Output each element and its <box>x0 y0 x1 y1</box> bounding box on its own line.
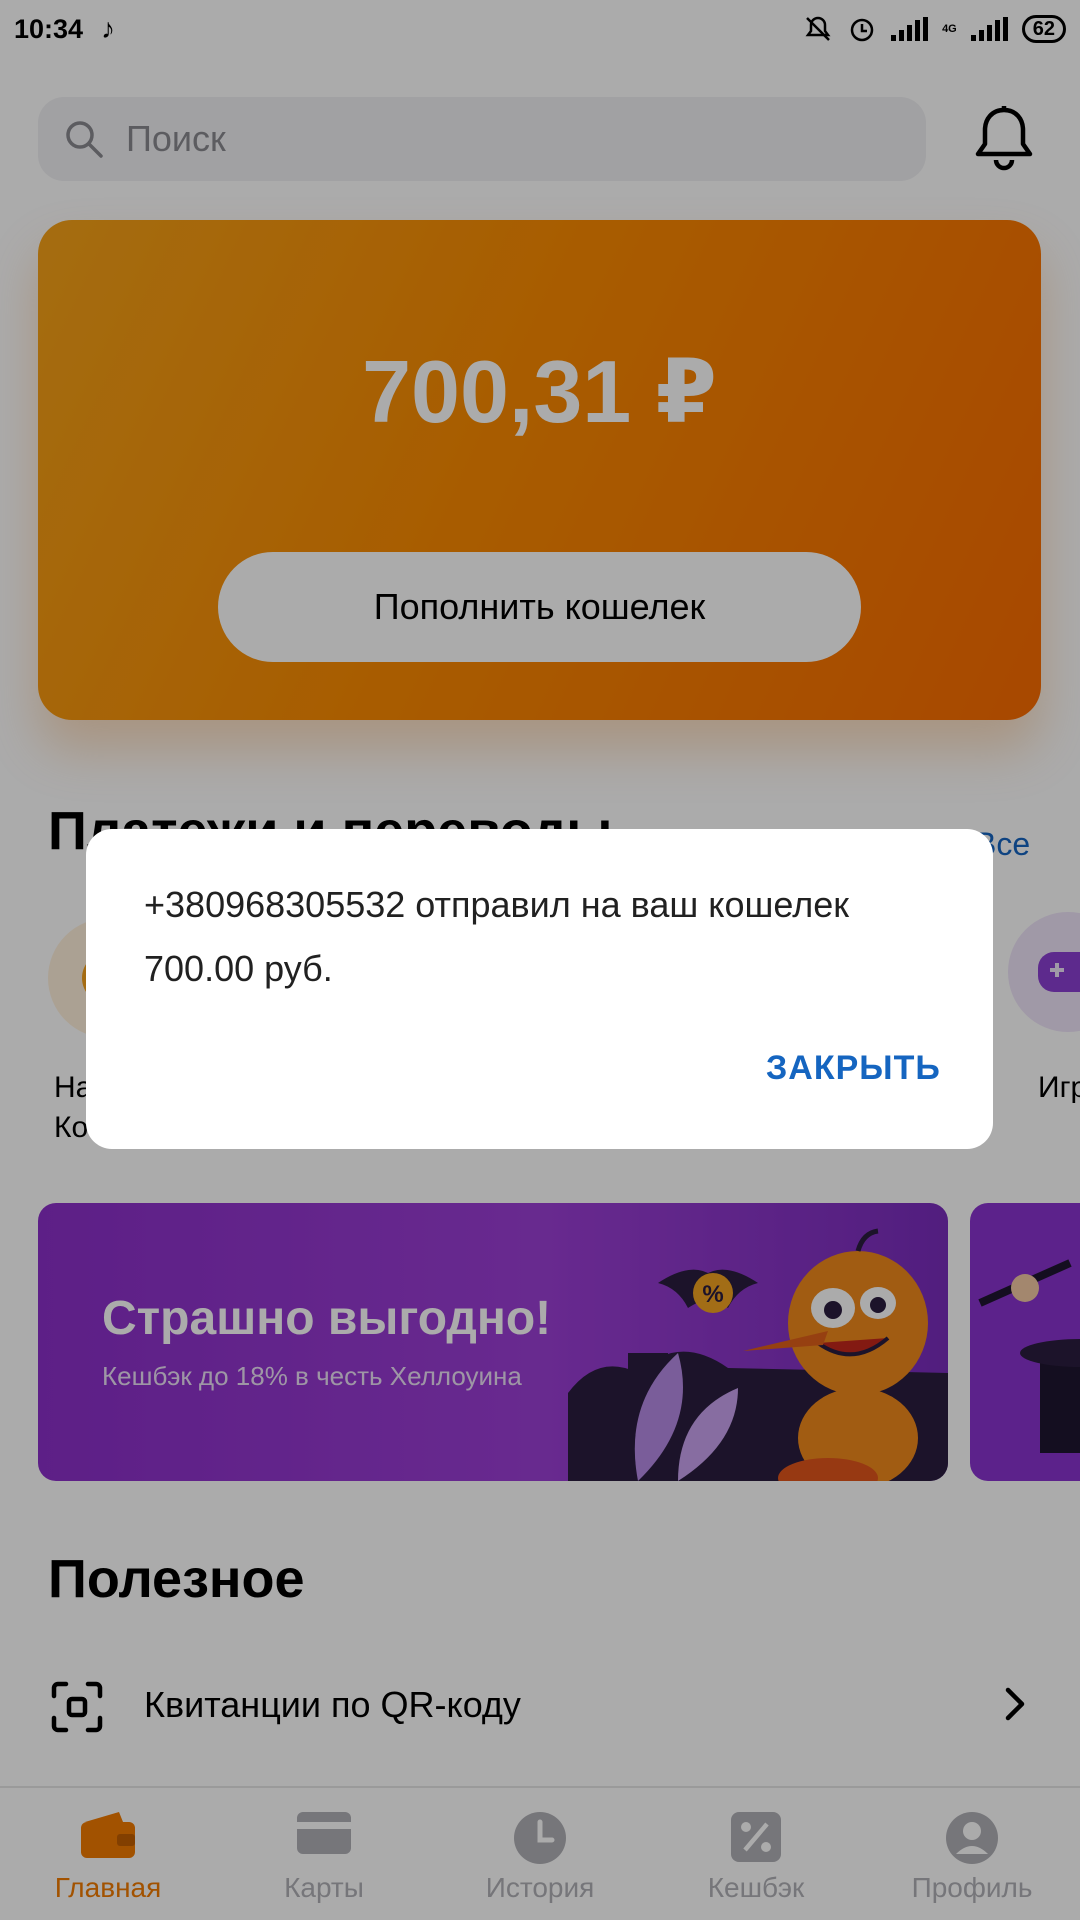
dialog-close-button[interactable]: ЗАКРЫТЬ <box>766 1049 941 1088</box>
dialog-message: +380968305532 отправил на ваш кошелек 70… <box>144 884 849 989</box>
transfer-notification-dialog: +380968305532 отправил на ваш кошелек 70… <box>86 829 993 1149</box>
